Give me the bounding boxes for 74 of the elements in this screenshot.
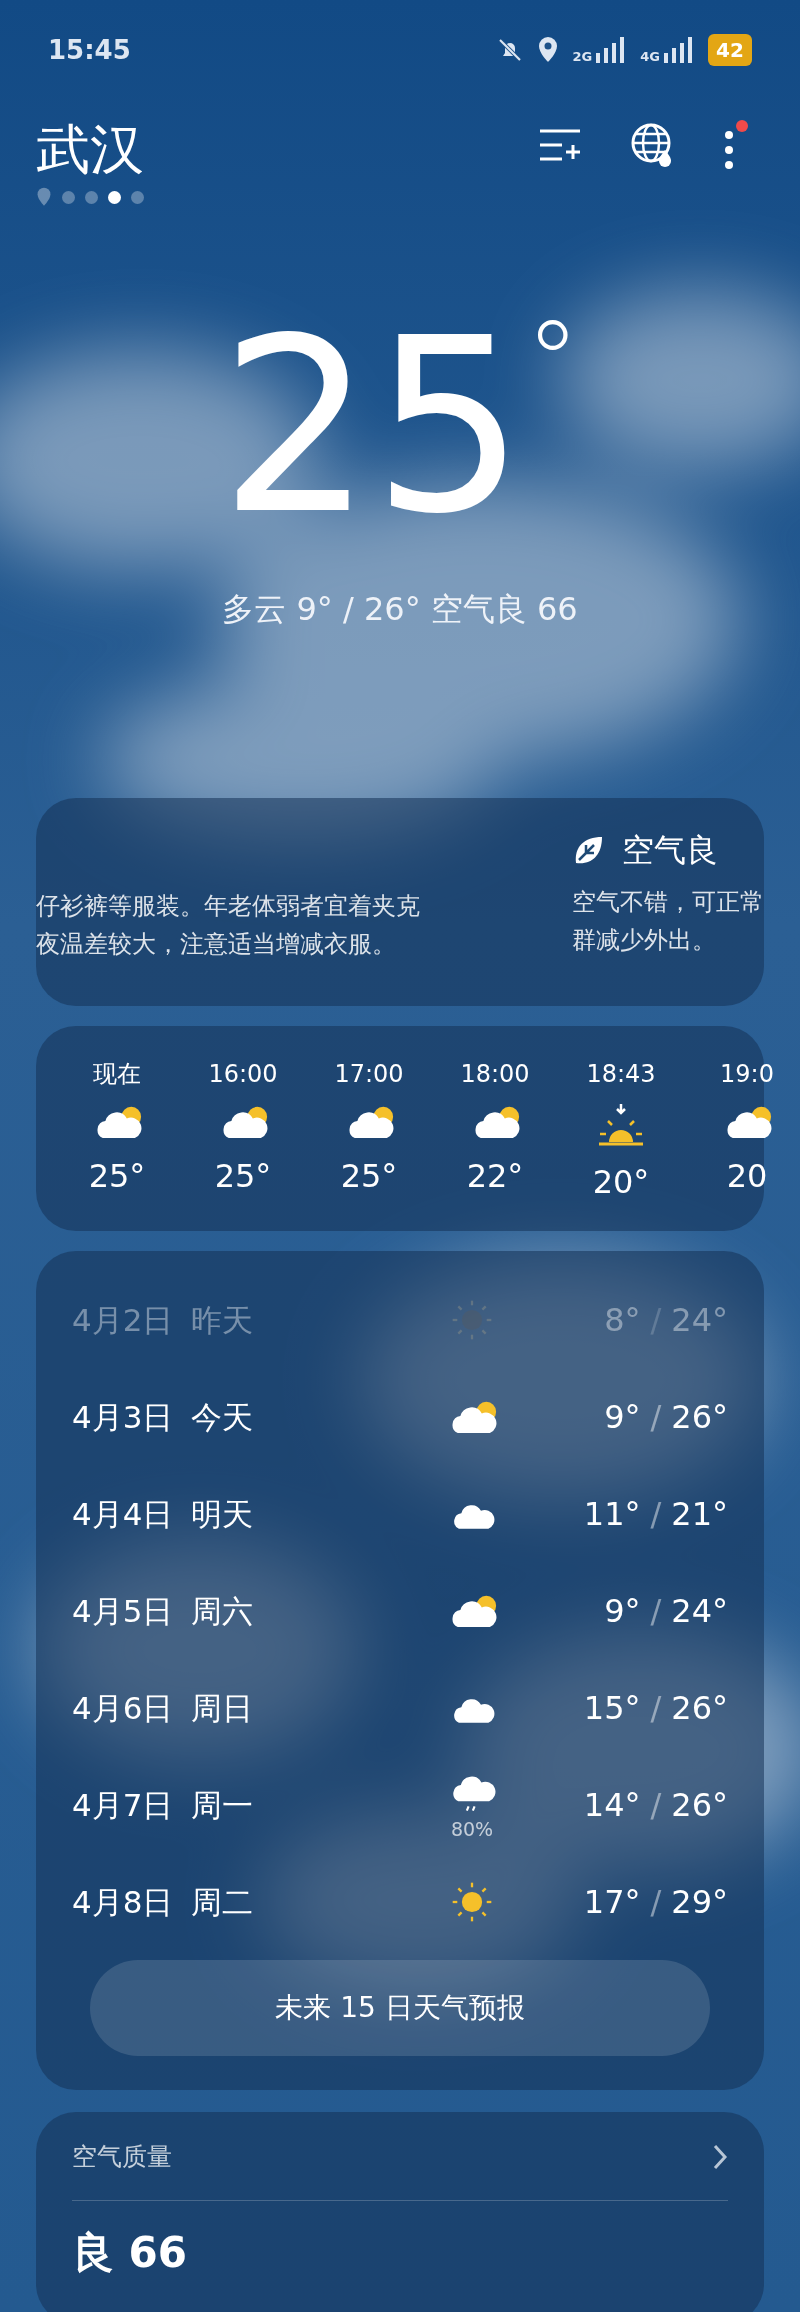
network-label: 2G [572,50,593,63]
temperature-separator: / [650,1396,662,1438]
muted-bell-icon [496,37,523,63]
tip-text: 夜温差较大，注意适当增减衣服。 [36,928,397,960]
day-date: 4月4日 [72,1494,174,1534]
high-temperature: 24° [671,1590,728,1632]
temperature-separator: / [650,1299,662,1341]
day-name: 周二 [191,1882,254,1922]
temperature-separator: / [650,1687,662,1729]
location-icon [536,36,559,64]
day-date: 4月3日 [72,1397,174,1437]
hour-time: 16:00 [208,1059,278,1091]
status-time: 15:45 [48,33,131,67]
low-temperature: 9° [604,1590,641,1632]
add-city-button[interactable] [538,128,582,162]
day-date: 4月8日 [72,1882,174,1922]
temperature-separator: / [650,1590,662,1632]
air-quality-label: 空气良 [622,830,718,872]
low-temperature: 8° [604,1299,641,1341]
more-menu-button[interactable] [724,120,748,170]
day-date: 4月7日 [72,1785,174,1825]
day-name: 昨天 [191,1300,254,1340]
day-name: 周六 [191,1591,254,1631]
degree-symbol: ° [525,307,581,429]
high-temperature: 26° [671,1396,728,1438]
day-date: 4月6日 [72,1688,174,1728]
tip-text: 群减少外出。 [572,924,717,956]
current-temperature: 25 [219,307,526,548]
hour-temperature: 22° [466,1156,524,1198]
battery-level: 42 [708,34,752,66]
day-name: 明天 [191,1494,254,1534]
low-temperature: 15° [583,1687,641,1729]
air-quality-value: 良 66 [72,2226,189,2279]
day-date: 4月2日 [72,1300,174,1340]
more-icon [724,130,734,170]
temperature-separator: / [650,1784,662,1826]
low-temperature: 14° [583,1784,641,1826]
precipitation-chance: 80% [450,1816,494,1842]
hour-time: 现在 [93,1059,141,1091]
hour-time: 18:00 [460,1059,530,1091]
high-temperature: 24° [671,1299,728,1341]
hour-temperature: 25° [88,1156,146,1198]
section-title: 空气质量 [72,2141,172,2174]
low-temperature: 11° [583,1493,641,1535]
hour-time: 18:43 [586,1059,656,1091]
tip-text: 仔衫裤等服装。年老体弱者宜着夹克 [36,891,421,923]
signal-icon [596,37,627,63]
day-name: 周一 [191,1785,254,1825]
signal-icon [664,37,694,63]
city-name: 武汉 [36,120,144,180]
high-temperature: 26° [671,1687,728,1729]
sunset-icon [596,1102,646,1149]
high-temperature: 29° [671,1881,728,1923]
high-temperature: 26° [671,1784,728,1826]
hour-time: 19:0 [720,1059,774,1091]
forecast-15-day-button[interactable]: 未来 15 日天气预报 [90,1960,710,2057]
high-temperature: 21° [671,1493,728,1535]
list-add-icon [538,128,582,162]
hour-temperature: 25° [214,1156,272,1198]
low-temperature: 9° [604,1396,641,1438]
day-name: 周日 [191,1688,254,1728]
temperature-separator: / [650,1493,662,1535]
network-label: 4G [640,50,660,63]
chevron-right-icon [712,2143,728,2172]
low-temperature: 17° [583,1881,641,1923]
hour-temperature: 25° [340,1156,398,1198]
temperature-separator: / [650,1881,662,1923]
hour-temperature: 20 [726,1156,768,1198]
hour-temperature: 20° [592,1162,650,1204]
hour-time: 17:00 [334,1059,404,1091]
day-date: 4月5日 [72,1591,174,1631]
weather-summary: 多云 9° / 26° 空气良 66 [222,590,578,629]
tip-text: 空气不错，可正常 [572,887,764,919]
day-name: 今天 [191,1397,254,1437]
